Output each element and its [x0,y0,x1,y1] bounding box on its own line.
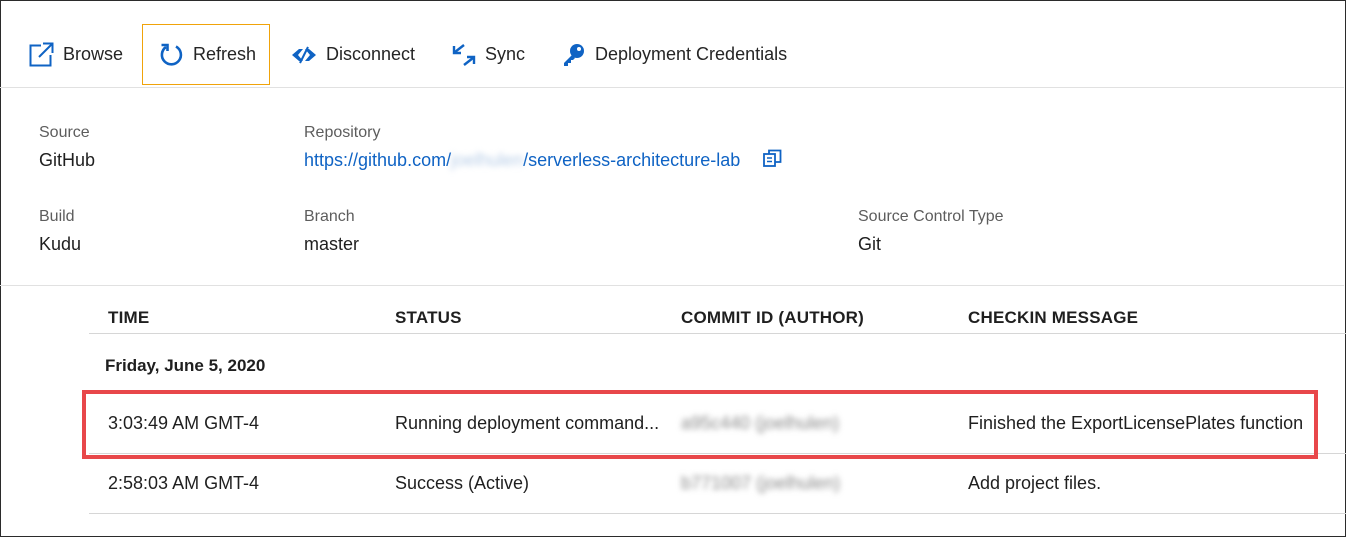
browse-button[interactable]: Browse [29,24,123,85]
highlight-box [82,390,1318,459]
branch-value: master [304,234,360,254]
source-label: Source [39,124,90,141]
source-field: Source GitHub [39,123,95,172]
source-control-type-value: Git [858,234,882,254]
row-time: 2:58:03 AM GMT-4 [108,473,260,493]
key-icon [562,43,586,67]
column-header-status[interactable]: STATUS [395,308,462,328]
disconnect-label: Disconnect [326,44,416,64]
command-bar: Browse Refresh Disconnect Sync Deploymen… [0,0,1344,88]
repository-owner: joelhulen [451,150,524,170]
copy-icon[interactable] [763,149,782,174]
sync-icon [452,43,476,67]
column-header-message[interactable]: CHECKIN MESSAGE [968,308,1138,328]
table-row[interactable]: 2:58:03 AM GMT-4 Success (Active) b77100… [89,454,1346,514]
repository-value: https://github.com/joelhulen/serverless-… [304,148,782,174]
refresh-button[interactable]: Refresh [142,24,270,85]
branch-field: Branch master [304,207,359,256]
disconnect-icon [291,45,317,65]
external-link-icon [29,42,54,67]
build-field: Build Kudu [39,207,81,256]
sync-button[interactable]: Sync [452,24,525,85]
deployment-credentials-label: Deployment Credentials [595,44,788,64]
build-label: Build [39,208,75,225]
repository-suffix: /serverless-architecture-lab [523,150,741,170]
date-group-header: Friday, June 5, 2020 [105,356,266,375]
disconnect-button[interactable]: Disconnect [291,24,415,85]
repository-label: Repository [304,124,381,141]
deployment-credentials-button[interactable]: Deployment Credentials [562,24,787,85]
source-value: GitHub [39,150,96,170]
table-header: TIME STATUS COMMIT ID (AUTHOR) CHECKIN M… [89,296,1346,334]
row-message: Add project files. [968,473,1102,493]
repository-link[interactable]: https://github.com/joelhulen/serverless-… [304,150,740,170]
source-control-type-field: Source Control Type Git [858,207,1004,256]
repository-field: Repository https://github.com/joelhulen/… [304,123,782,174]
column-header-time[interactable]: TIME [108,308,149,328]
row-status: Success (Active) [395,473,530,493]
build-value: Kudu [39,234,82,254]
repository-prefix: https://github.com/ [304,150,452,170]
sync-label: Sync [485,44,526,64]
branch-label: Branch [304,208,355,225]
column-header-commit[interactable]: COMMIT ID (AUTHOR) [681,308,864,328]
deployment-info-panel: Source GitHub Repository https://github.… [0,88,1344,286]
refresh-label: Refresh [193,44,257,64]
browse-label: Browse [63,44,124,64]
refresh-icon [159,42,184,67]
source-control-type-label: Source Control Type [858,208,1004,225]
row-commit: b771007 (joelhulen) [681,473,841,493]
